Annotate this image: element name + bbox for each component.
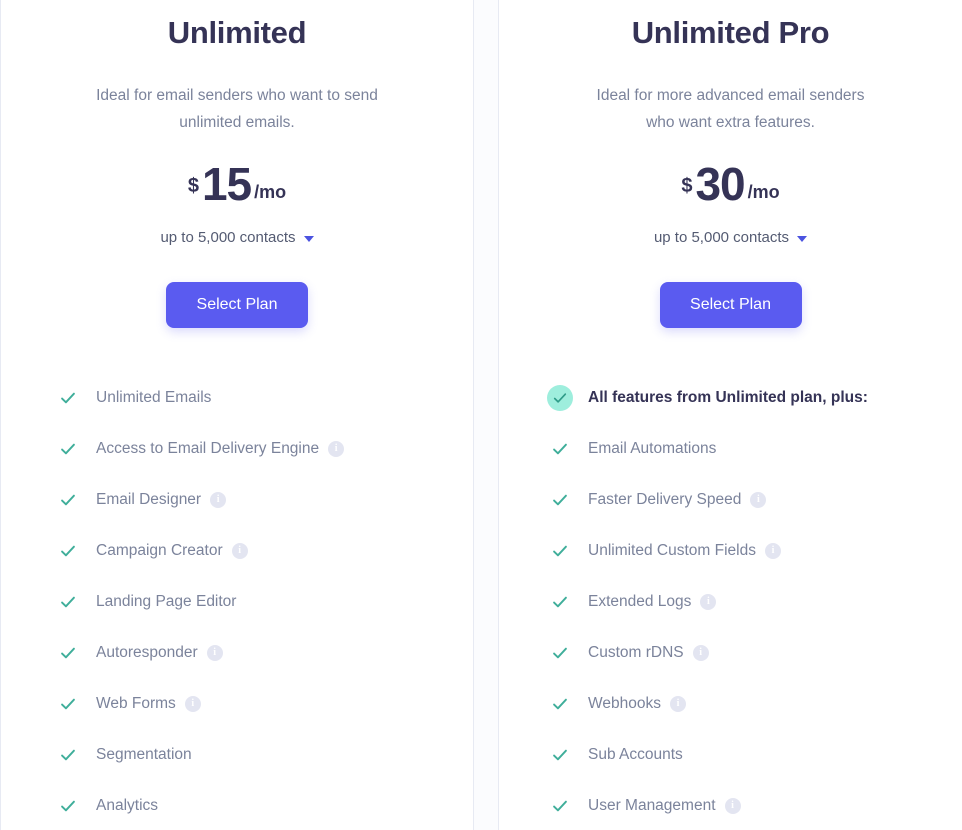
- check-icon: [59, 389, 77, 407]
- feature-row: Email Designer i: [59, 474, 453, 525]
- feature-label: Email Designer: [96, 490, 202, 508]
- page-title: Unlimited Pro: [631, 15, 830, 50]
- info-icon[interactable]: i: [700, 593, 717, 610]
- feature-row: Web Forms i: [59, 678, 453, 729]
- select-plan-button[interactable]: Select Plan: [659, 282, 802, 328]
- feature-row: Analytics: [59, 780, 453, 830]
- check-icon: [551, 542, 569, 560]
- info-icon[interactable]: i: [210, 491, 227, 508]
- feature-row: Campaign Creator i: [59, 525, 453, 576]
- chevron-down-icon: [797, 235, 808, 242]
- info-icon[interactable]: i: [669, 695, 686, 712]
- info-icon[interactable]: i: [231, 542, 248, 559]
- feature-label: Webhooks: [588, 694, 661, 712]
- feature-row: Access to Email Delivery Engine i: [59, 423, 453, 474]
- page-title: Unlimited: [167, 15, 307, 50]
- feature-label: Unlimited Custom Fields: [588, 541, 756, 559]
- check-icon: [59, 593, 77, 611]
- price-currency: $: [187, 175, 199, 197]
- check-icon: [551, 440, 569, 458]
- info-icon[interactable]: i: [328, 440, 345, 457]
- plan-description: Ideal for more advanced email senders wh…: [596, 87, 865, 131]
- feature-row: Sub Accounts: [551, 729, 942, 780]
- feature-label: Landing Page Editor: [96, 592, 237, 610]
- check-icon: [59, 491, 77, 509]
- info-icon[interactable]: i: [764, 542, 781, 559]
- check-icon: [59, 797, 77, 815]
- feature-row: Email Automations: [551, 423, 942, 474]
- feature-label: Web Forms: [96, 694, 176, 712]
- feature-row: Webhooks i: [551, 678, 942, 729]
- check-icon: [59, 644, 77, 662]
- price-period: /mo: [747, 182, 780, 202]
- check-icon: [551, 644, 569, 662]
- plan-card-body: Unlimited Ideal for email senders who wa…: [1, 0, 473, 830]
- info-icon[interactable]: i: [184, 695, 201, 712]
- info-icon[interactable]: i: [724, 797, 741, 814]
- contacts-select[interactable]: up to 5,000 contacts: [499, 229, 962, 246]
- plan-card-unlimited: Unlimited Ideal for email senders who wa…: [0, 0, 474, 830]
- feature-label: Custom rDNS: [588, 643, 684, 661]
- feature-label: All features from Unlimited plan, plus:: [588, 388, 868, 406]
- contacts-select-label: up to 5,000 contacts: [160, 229, 296, 246]
- info-icon[interactable]: i: [692, 644, 709, 661]
- contacts-select-label: up to 5,000 contacts: [653, 229, 790, 246]
- price-block: $ 15 /mo: [1, 161, 473, 207]
- check-icon: [59, 440, 77, 458]
- plan-card-unlimited-pro: Unlimited Pro Ideal for more advanced em…: [498, 0, 962, 830]
- feature-label: Autoresponder: [96, 643, 198, 661]
- plan-description: Ideal for email senders who want to send…: [96, 87, 378, 131]
- feature-row: Autoresponder i: [59, 627, 453, 678]
- feature-label: Analytics: [96, 796, 159, 814]
- cta-container: Select Plan: [499, 282, 962, 328]
- select-plan-button[interactable]: Select Plan: [166, 282, 308, 328]
- info-icon[interactable]: i: [206, 644, 223, 661]
- price-period: /mo: [254, 182, 287, 202]
- check-icon: [547, 384, 573, 411]
- feature-row: Unlimited Custom Fields i: [551, 525, 942, 576]
- feature-row: Faster Delivery Speed i: [551, 474, 942, 525]
- check-icon: [59, 746, 77, 764]
- feature-row: Landing Page Editor: [59, 576, 453, 627]
- check-icon: [551, 491, 569, 509]
- feature-row: Unlimited Emails: [59, 372, 453, 423]
- feature-row: Extended Logs i: [551, 576, 942, 627]
- price-amount: 30: [695, 158, 745, 210]
- pricing-page: Unlimited Ideal for email senders who wa…: [0, 0, 962, 830]
- feature-row: Custom rDNS i: [551, 627, 942, 678]
- plan-card-body: Unlimited Pro Ideal for more advanced em…: [499, 0, 962, 830]
- check-icon: [551, 797, 569, 815]
- feature-list-unlimited-pro: All features from Unlimited plan, plus: E…: [499, 372, 962, 830]
- card-gutter-divider: [474, 0, 498, 830]
- feature-label: Access to Email Delivery Engine: [96, 439, 320, 457]
- feature-label: Sub Accounts: [588, 745, 683, 763]
- chevron-down-icon: [303, 235, 314, 242]
- feature-label: Campaign Creator: [96, 541, 223, 559]
- feature-row: All features from Unlimited plan, plus:: [547, 372, 942, 423]
- feature-label: Extended Logs: [588, 592, 692, 610]
- feature-label: Faster Delivery Speed: [588, 490, 742, 508]
- feature-label: Email Automations: [588, 439, 717, 457]
- feature-label: User Management: [588, 796, 716, 814]
- price-block: $ 30 /mo: [499, 161, 962, 207]
- feature-row: User Management i: [551, 780, 942, 830]
- plan-columns: Unlimited Ideal for email senders who wa…: [0, 0, 962, 830]
- feature-label: Unlimited Emails: [96, 388, 212, 406]
- price-amount: 15: [201, 158, 252, 210]
- check-icon: [59, 542, 77, 560]
- check-icon: [551, 593, 569, 611]
- cta-container: Select Plan: [1, 282, 473, 328]
- check-icon: [551, 695, 569, 713]
- info-icon[interactable]: i: [750, 491, 767, 508]
- price-currency: $: [681, 175, 693, 197]
- contacts-select[interactable]: up to 5,000 contacts: [1, 229, 473, 246]
- feature-label: Segmentation: [96, 745, 192, 763]
- feature-row: Segmentation: [59, 729, 453, 780]
- check-icon: [59, 695, 77, 713]
- feature-list-unlimited: Unlimited Emails Access to Email Delivery…: [1, 372, 473, 830]
- check-icon: [551, 746, 569, 764]
